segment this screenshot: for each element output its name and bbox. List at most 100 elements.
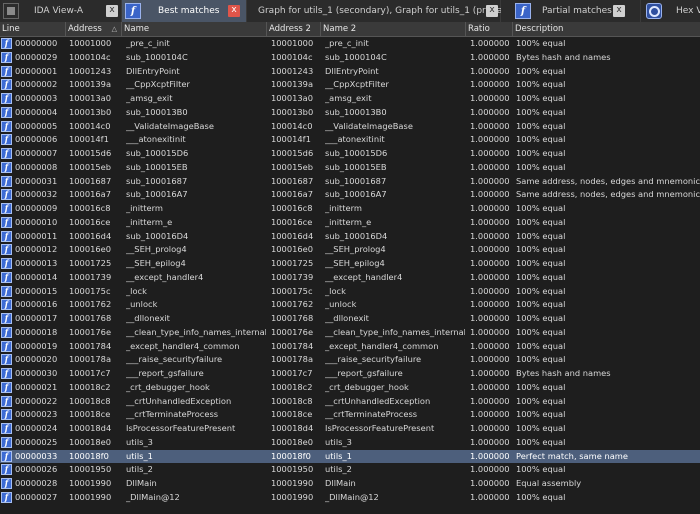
table-row[interactable]: f 00000018 1000176e __clean_type_info_names… [0, 326, 700, 340]
tab-hex-view[interactable]: Hex V [641, 0, 700, 22]
table-row[interactable]: f 00000026 10001950 utils_2 10001950 utils_2 1… [0, 463, 700, 477]
address-cell: 100016c8 [69, 203, 111, 213]
table-row[interactable]: f 00000007 100015d6 sub_100015D6 100015d6 sub… [0, 147, 700, 161]
address-2-cell: 1000139a [271, 79, 314, 90]
table-row[interactable]: f 00000030 100017c7 ___report_gsfailure 1000… [0, 367, 700, 381]
table-row[interactable]: f 00000010 100016ce _initterm_e 100016ce _ini… [0, 216, 700, 230]
function-icon: f [1, 409, 12, 421]
close-icon[interactable]: x [228, 5, 240, 17]
table-row[interactable]: f 00000019 10001784 _except_handler4_common… [0, 340, 700, 354]
tab-ida-view-a[interactable]: IDA View-A x [0, 0, 122, 22]
name-cell: utils_3 [126, 436, 153, 447]
close-icon[interactable]: x [486, 5, 498, 17]
table-row[interactable]: f 00000005 100014c0 __ValidateImageBase 1000… [0, 120, 700, 134]
description-cell: 100% equal [516, 93, 566, 103]
description-cell: 100% equal [516, 134, 566, 145]
ratio-cell: 1.000000 [470, 79, 510, 90]
description-cell: 100% equal [516, 230, 566, 241]
table-row[interactable]: f 00000029 1000104c sub_1000104C 1000104c sub… [0, 51, 700, 65]
column-name[interactable]: Name [122, 22, 267, 36]
table-row[interactable]: f 00000032 100016a7 sub_100016A7 100016a7 sub… [0, 188, 700, 202]
table-row[interactable]: f 00000000 10001000 _pre_c_init 10001000 _pre… [0, 37, 700, 51]
address-2-cell: 100014c0 [271, 120, 313, 131]
column-address-2[interactable]: Address 2 [267, 22, 321, 36]
tab-partial-matches[interactable]: f Partial matches x [501, 0, 641, 22]
table-row[interactable]: f 00000002 1000139a __CppXcptFilter 1000139a… [0, 78, 700, 92]
address-2-cell: 10001000 [271, 38, 314, 48]
table-row[interactable]: f 00000021 100018c2 _crt_debugger_hook 10001… [0, 381, 700, 395]
line-cell: 00000023 [15, 409, 58, 420]
address-2-cell: 100016e0 [271, 244, 314, 255]
column-ratio[interactable]: Ratio [466, 22, 513, 36]
address-2-cell: 100018c8 [271, 395, 313, 406]
name-2-cell: sub_100015EB [325, 161, 387, 172]
name-2-cell: DllMain [325, 478, 356, 488]
table-row[interactable]: f 00000020 1000178a ___raise_securityfailur… [0, 353, 700, 367]
ratio-cell: 1.000000 [470, 326, 510, 337]
address-cell: 100018c8 [69, 395, 111, 406]
name-cell: _initterm_e [126, 216, 173, 227]
tab-graph-utils-1[interactable]: Graph for utils_1 (secondary), Graph for… [247, 0, 515, 22]
name-cell: ___report_gsfailure [126, 368, 204, 378]
address-2-cell: 10001990 [271, 478, 314, 488]
column-name-2[interactable]: Name 2 [321, 22, 466, 36]
table-row[interactable]: f 00000017 10001768 __dllonexit 10001768 __dl… [0, 312, 700, 326]
column-label: Name [124, 24, 150, 34]
line-cell: 00000018 [15, 326, 58, 337]
table-row[interactable]: f 00000015 1000175c _lock 1000175c _lock 1.000… [0, 285, 700, 299]
column-line[interactable]: Line [0, 22, 66, 36]
table-row[interactable]: f 00000023 100018ce __crtTerminateProcess 10… [0, 408, 700, 422]
table-row[interactable]: f 00000008 100015eb sub_100015EB 100015eb sub… [0, 161, 700, 175]
ratio-cell: 1.000000 [470, 216, 510, 227]
name-2-cell: __crtUnhandledException [325, 395, 431, 406]
hex-view-icon [646, 3, 662, 19]
name-2-cell: _pre_c_init [325, 38, 369, 48]
address-cell: 10001762 [69, 299, 112, 310]
table-row[interactable]: f 00000012 100016e0 __SEH_prolog4 100016e0 __… [0, 243, 700, 257]
table-row[interactable]: f 00000009 100016c8 _initterm 100016c8 _initt… [0, 202, 700, 216]
table-row[interactable]: f 00000033 100018f0 utils_1 100018f0 utils_1 1… [0, 449, 700, 464]
line-cell: 00000030 [15, 368, 58, 378]
close-icon[interactable]: x [613, 5, 625, 17]
name-cell: IsProcessorFeaturePresent [126, 423, 236, 433]
name-cell: sub_100016A7 [126, 189, 188, 200]
function-icon: f [1, 65, 12, 77]
ratio-cell: 1.000000 [470, 491, 510, 502]
table-row[interactable]: f 00000031 10001687 sub_10001687 10001687 sub… [0, 175, 700, 189]
function-icon: f [1, 464, 12, 476]
table-row[interactable]: f 00000001 10001243 DllEntryPoint 10001243 Dl… [0, 65, 700, 79]
name-cell: sub_100016D4 [126, 230, 189, 241]
function-icon: f [1, 450, 12, 462]
table-row[interactable]: f 00000025 100018e0 utils_3 100018e0 utils_3 1… [0, 436, 700, 450]
table-row[interactable]: f 00000024 100018d4 IsProcessorFeaturePrese… [0, 422, 700, 436]
address-2-cell: 100018f0 [271, 450, 311, 461]
table-row[interactable]: f 00000004 100013b0 sub_100013B0 100013b0 sub… [0, 106, 700, 120]
table-row[interactable]: f 00000011 100016d4 sub_100016D4 100016d4 sub… [0, 230, 700, 244]
function-icon: f [1, 189, 12, 201]
address-2-cell: 100017c7 [271, 368, 313, 378]
table-row[interactable]: f 00000022 100018c8 __crtUnhandledException… [0, 395, 700, 409]
description-cell: 100% equal [516, 381, 566, 392]
address-2-cell: 10001725 [271, 258, 314, 268]
table-row[interactable]: f 00000014 10001739 __except_handler4 100017… [0, 271, 700, 285]
table-row[interactable]: f 00000016 10001762 _unlock 10001762 _unlock 1… [0, 298, 700, 312]
description-cell: 100% equal [516, 409, 566, 420]
line-cell: 00000019 [15, 340, 58, 351]
ratio-cell: 1.000000 [470, 93, 510, 103]
table-row[interactable]: f 00000003 100013a0 _amsg_exit 100013a0 _amsg… [0, 92, 700, 106]
table-row[interactable]: f 00000028 10001990 DllMain 10001990 DllMain 1… [0, 477, 700, 491]
column-description[interactable]: Description [513, 22, 700, 36]
table-row[interactable]: f 00000013 10001725 __SEH_epilog4 10001725 __… [0, 257, 700, 271]
column-label: Name 2 [323, 24, 357, 34]
ratio-cell: 1.000000 [470, 38, 510, 48]
column-address[interactable]: Address △ [66, 22, 122, 36]
line-cell: 00000024 [15, 423, 58, 433]
description-cell: 100% equal [516, 106, 566, 117]
address-2-cell: 100018d4 [271, 423, 314, 433]
line-cell: 00000012 [15, 244, 58, 255]
close-icon[interactable]: x [106, 5, 118, 17]
description-cell: Same address, nodes, edges and mnemonics [516, 175, 700, 186]
table-row[interactable]: f 00000027 10001990 _DllMain@12 10001990 _Dll… [0, 491, 700, 505]
table-row[interactable]: f 00000006 100014f1 ___atonexitinit 100014f1… [0, 133, 700, 147]
tab-best-matches[interactable]: f Best matches x [122, 0, 247, 22]
